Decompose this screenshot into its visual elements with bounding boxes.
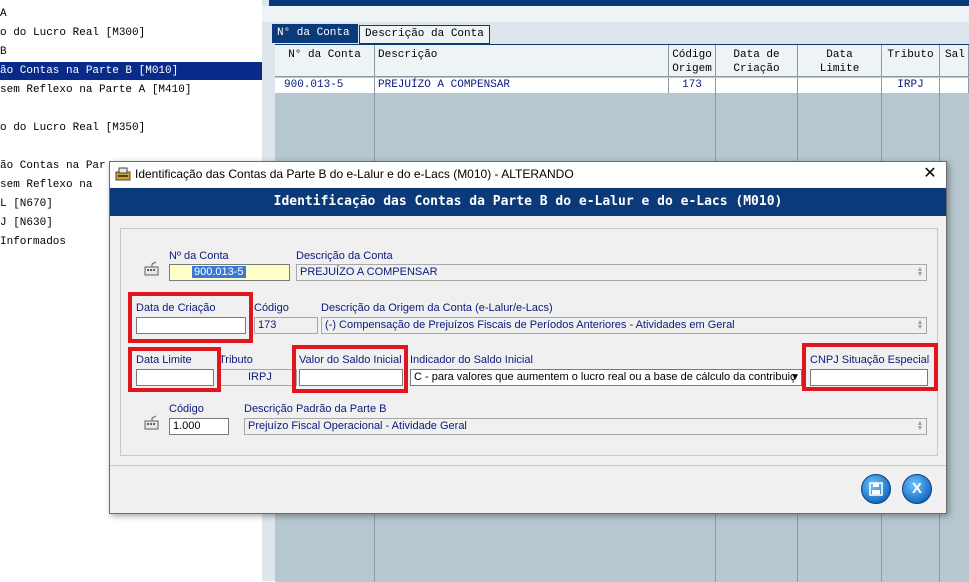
descricao-padrao-label: Descrição Padrão da Parte B bbox=[244, 403, 387, 415]
col-header-saldo[interactable]: Sal bbox=[940, 45, 969, 77]
indicador-saldo-label: Indicador do Saldo Inicial bbox=[410, 354, 533, 366]
cancel-button[interactable]: X bbox=[902, 474, 932, 504]
descricao-origem-label: Descrição da Origem da Conta (e-Lalur/e-… bbox=[321, 302, 553, 314]
dialog-title: Identificação das Contas da Parte B do e… bbox=[135, 167, 574, 181]
chevron-down-icon[interactable]: ▼ bbox=[790, 370, 800, 385]
descricao-conta-label: Descrição da Conta bbox=[296, 250, 393, 262]
scroll-arrows-icon[interactable]: ▲ ▼ bbox=[916, 420, 924, 432]
tree-item[interactable]: sem Reflexo na Parte A [M410] bbox=[0, 81, 191, 99]
codigo-padrao-label: Código bbox=[169, 403, 204, 415]
codigo-label: Código bbox=[254, 302, 289, 314]
edit-account-dialog: Identificação das Contas da Parte B do e… bbox=[109, 161, 947, 514]
descricao-conta-value: PREJUÍZO A COMPENSAR bbox=[300, 266, 438, 278]
conta-field[interactable]: 900.013-5 bbox=[169, 264, 290, 281]
tree-item[interactable]: Informados bbox=[0, 233, 66, 251]
tributo-field[interactable]: IRPJ bbox=[219, 369, 297, 386]
tree-item-selected[interactable]: ão Contas na Parte B [M010] bbox=[0, 62, 262, 80]
footer-separator bbox=[110, 465, 946, 466]
tree-item[interactable]: ão Contas na Par bbox=[0, 157, 106, 175]
tab-descricao[interactable]: Descrição da Conta bbox=[359, 25, 490, 44]
descricao-origem-field[interactable]: (-) Compensação de Prejuízos Fiscais de … bbox=[321, 317, 927, 334]
conta-label: Nº da Conta bbox=[169, 250, 229, 262]
col-header-tributo[interactable]: Tributo bbox=[882, 45, 940, 77]
tab-strip bbox=[262, 6, 969, 22]
tab-conta[interactable]: N° da Conta bbox=[272, 24, 358, 43]
highlight-box bbox=[802, 343, 938, 391]
tree-item[interactable]: o do Lucro Real [M350] bbox=[0, 119, 145, 137]
cell-data-limite[interactable] bbox=[798, 78, 882, 93]
col-header-descricao[interactable]: Descrição bbox=[375, 45, 669, 77]
codigo-padrao-field[interactable]: 1.000 bbox=[169, 418, 229, 435]
indicador-saldo-select[interactable]: C - para valores que aumentem o lucro re… bbox=[410, 369, 802, 386]
col-header-data-limite[interactable]: Data Limite bbox=[798, 45, 882, 77]
cell-conta[interactable]: 900.013-5 bbox=[275, 78, 375, 93]
app-icon bbox=[115, 167, 131, 181]
save-button[interactable] bbox=[861, 474, 891, 504]
indicador-saldo-value: C - para valores que aumentem o lucro re… bbox=[414, 371, 796, 383]
tree-item[interactable]: J [N630] bbox=[0, 214, 53, 232]
conta-value: 900.013-5 bbox=[192, 266, 246, 278]
col-header-conta[interactable]: N° da Conta bbox=[275, 45, 375, 77]
cell-descricao[interactable]: PREJUÍZO A COMPENSAR bbox=[375, 78, 669, 93]
descricao-conta-field[interactable]: PREJUÍZO A COMPENSAR ▲ ▼ bbox=[296, 264, 927, 281]
keyboard-icon bbox=[144, 261, 159, 276]
dialog-header: Identificação das Contas da Parte B do e… bbox=[110, 188, 946, 216]
tree-item[interactable]: A bbox=[0, 5, 7, 23]
cell-saldo[interactable] bbox=[940, 78, 969, 93]
scroll-arrows-icon[interactable]: ▲ ▼ bbox=[916, 319, 924, 331]
keyboard-icon bbox=[144, 415, 159, 430]
tributo-label: Tributo bbox=[219, 354, 253, 366]
scroll-arrows-icon[interactable]: ▲ ▼ bbox=[916, 266, 924, 278]
dialog-titlebar[interactable]: Identificação das Contas da Parte B do e… bbox=[110, 162, 946, 187]
highlight-box bbox=[292, 345, 408, 393]
disk-icon bbox=[869, 482, 883, 496]
tree-item[interactable]: B bbox=[0, 43, 7, 61]
descricao-padrao-value: Prejuízo Fiscal Operacional - Atividade … bbox=[248, 420, 467, 432]
cell-codigo-origem[interactable]: 173 bbox=[669, 78, 716, 93]
highlight-box bbox=[128, 292, 253, 343]
descricao-padrao-field[interactable]: Prejuízo Fiscal Operacional - Atividade … bbox=[244, 418, 927, 435]
codigo-field[interactable]: 173 bbox=[254, 317, 318, 334]
close-icon[interactable]: ✕ bbox=[922, 165, 938, 183]
col-header-codigo-origem[interactable]: Código Origem bbox=[669, 45, 716, 77]
tree-item[interactable]: sem Reflexo na bbox=[0, 176, 92, 194]
cell-data-criacao[interactable] bbox=[716, 78, 798, 93]
cell-tributo[interactable]: IRPJ bbox=[882, 78, 940, 93]
tree-item[interactable]: o do Lucro Real [M300] bbox=[0, 24, 145, 42]
tree-item[interactable]: L [N670] bbox=[0, 195, 53, 213]
descricao-origem-value: (-) Compensação de Prejuízos Fiscais de … bbox=[325, 319, 735, 331]
highlight-box bbox=[128, 347, 221, 392]
col-header-data-criacao[interactable]: Data de Criação bbox=[716, 45, 798, 77]
close-icon: X bbox=[911, 480, 922, 497]
dialog-form: Nº da Conta 900.013-5 Descrição da Conta… bbox=[120, 228, 938, 456]
